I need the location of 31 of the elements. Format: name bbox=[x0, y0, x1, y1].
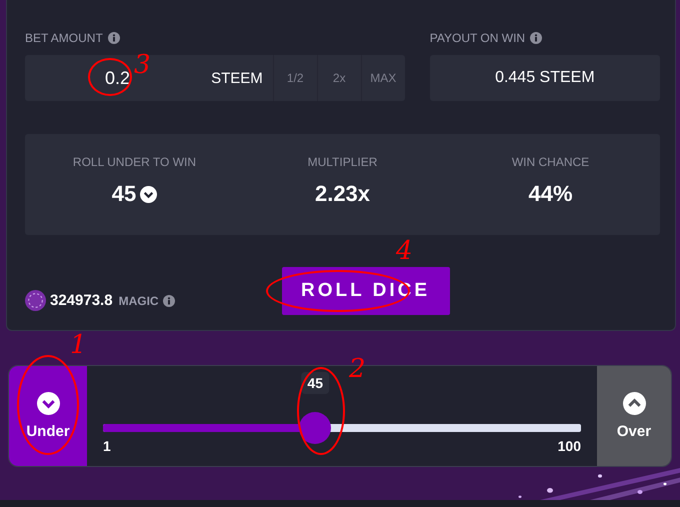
annotation-number: 1 bbox=[70, 332, 87, 358]
info-icon[interactable] bbox=[530, 32, 542, 44]
stat-value: 44% bbox=[528, 181, 573, 207]
field-label: PAYOUT ON WIN bbox=[430, 31, 526, 45]
currency-label: STEEM bbox=[210, 70, 264, 86]
annotation-number: 2 bbox=[349, 356, 366, 382]
stat-label: WIN CHANCE bbox=[512, 155, 590, 169]
annotation-number: 3 bbox=[134, 52, 151, 78]
info-icon[interactable] bbox=[108, 32, 120, 44]
direction-button[interactable]: Under bbox=[9, 366, 87, 466]
payout-field: 0.445 STEEM bbox=[430, 55, 660, 101]
annotation-number: 4 bbox=[396, 238, 413, 264]
chevron-down-icon bbox=[36, 392, 60, 415]
field-label: BET AMOUNT bbox=[25, 31, 103, 45]
stat-label: MULTIPLIER bbox=[308, 155, 378, 169]
direction-button[interactable]: Over bbox=[597, 366, 671, 466]
value-tooltip: 45 bbox=[301, 372, 329, 394]
bet-amount-field[interactable]: 0.2 bbox=[25, 68, 130, 88]
slider-thumb[interactable] bbox=[299, 412, 332, 444]
slider-min-label: 1 bbox=[103, 438, 111, 454]
slider-max-label: 100 bbox=[558, 438, 581, 454]
stat-label: ROLL UNDER TO WIN bbox=[72, 155, 196, 169]
balance-amount: 324973.8 bbox=[50, 292, 113, 309]
chevron-down-icon[interactable] bbox=[140, 186, 158, 202]
annotation-circle bbox=[88, 58, 132, 96]
chevron-up-icon bbox=[622, 392, 646, 415]
coin-icon bbox=[25, 290, 46, 311]
stat-value: 2.23x bbox=[314, 181, 370, 207]
stat-value: 45 bbox=[112, 181, 136, 207]
info-icon[interactable] bbox=[162, 294, 175, 306]
balance-unit: MAGIC bbox=[118, 294, 159, 308]
